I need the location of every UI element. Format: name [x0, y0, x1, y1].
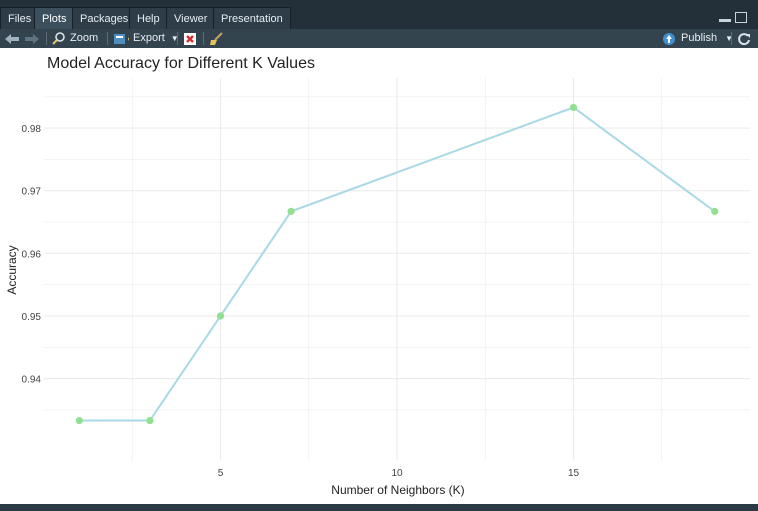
plots-toolbar: Zoom Export ▼ Publish ▼ [0, 29, 758, 49]
refresh-icon [738, 32, 750, 45]
x-tick-label: 5 [218, 468, 224, 479]
toolbar-divider [731, 32, 732, 45]
forward-arrow-icon[interactable] [24, 30, 40, 47]
data-point [569, 103, 578, 112]
toolbar-divider [107, 32, 108, 45]
minimize-icon[interactable] [719, 19, 731, 22]
tab-plots[interactable]: Plots [34, 7, 75, 29]
zoom-button[interactable]: Zoom [52, 30, 98, 47]
y-axis-label: Accuracy [5, 245, 19, 294]
export-button[interactable]: Export ▼ [113, 30, 179, 47]
data-point [146, 416, 154, 425]
remove-plot-icon [184, 32, 196, 45]
remove-plot-button[interactable] [183, 30, 198, 47]
data-point [216, 312, 225, 320]
plots-pane: Files Plots Packages Help Viewer Present… [0, 0, 758, 511]
tab-viewer[interactable]: Viewer [166, 7, 216, 29]
tab-packages[interactable]: Packages [72, 7, 137, 29]
data-point [711, 207, 719, 215]
y-axis-ticks: 0.94 0.95 0.96 0.97 0.98 [22, 124, 42, 385]
tab-label: Plots [42, 13, 67, 25]
plot-area: Model Accuracy for Different K Values 0.… [0, 48, 758, 504]
maximize-icon[interactable] [735, 12, 747, 23]
tab-presentation[interactable]: Presentation [213, 7, 291, 29]
y-tick-label: 0.98 [22, 124, 42, 135]
tab-label: Packages [80, 13, 129, 25]
chart-title: Model Accuracy for Different K Values [47, 55, 315, 72]
zoom-icon [52, 31, 65, 45]
y-tick-label: 0.94 [22, 375, 42, 386]
data-point [287, 207, 295, 215]
publish-button[interactable]: Publish ▼ [662, 30, 733, 47]
grid-lines [44, 78, 750, 460]
tab-label: Files [8, 13, 32, 25]
export-icon [114, 33, 129, 44]
x-tick-label: 15 [568, 468, 580, 479]
pane-bottom-border [0, 504, 758, 511]
toolbar-divider [177, 32, 178, 45]
tab-label: Viewer [174, 13, 208, 25]
clear-all-plots-button[interactable] [209, 30, 224, 47]
broom-icon [210, 31, 223, 45]
x-axis-label: Number of Neighbors (K) [331, 483, 464, 497]
tab-help[interactable]: Help [129, 7, 168, 29]
tab-label: Help [137, 13, 160, 25]
back-arrow-icon[interactable] [4, 30, 20, 47]
refresh-button[interactable] [737, 30, 751, 47]
accuracy-line-chart: Model Accuracy for Different K Values 0.… [5, 55, 750, 497]
zoom-label: Zoom [70, 32, 99, 44]
publish-icon [663, 32, 675, 45]
y-tick-label: 0.96 [22, 249, 42, 260]
x-axis-ticks: 5 10 15 [218, 468, 580, 479]
tab-label: Presentation [221, 13, 283, 25]
publish-label: Publish [681, 32, 718, 44]
export-label: Export [133, 32, 165, 44]
pane-tab-bar: Files Plots Packages Help Viewer Present… [0, 0, 758, 30]
x-tick-label: 10 [391, 468, 403, 479]
toolbar-divider [46, 32, 47, 45]
y-tick-label: 0.95 [22, 312, 42, 323]
toolbar-divider [203, 32, 204, 45]
data-point [75, 416, 83, 425]
y-tick-label: 0.97 [22, 187, 42, 198]
